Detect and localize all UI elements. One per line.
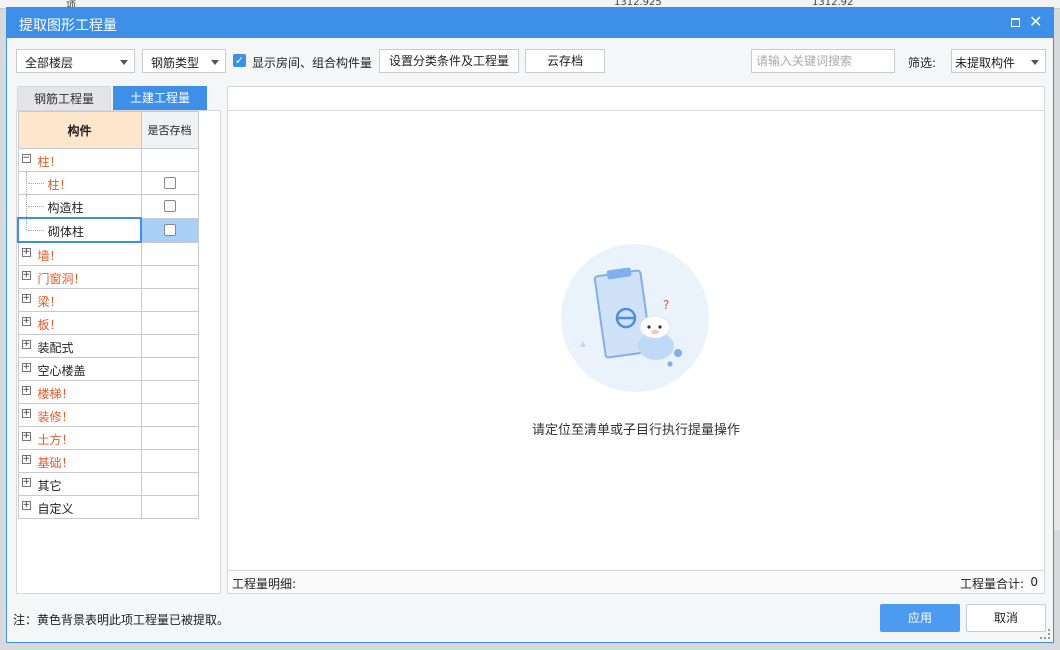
- total-label: 工程量合计:: [959, 577, 1024, 591]
- tree-row[interactable]: 构造柱: [17, 194, 199, 219]
- set-conditions-button[interactable]: 设置分类条件及工程量: [379, 49, 519, 73]
- tree-item-label: 楼梯！: [37, 387, 74, 401]
- rebar-type-select[interactable]: 钢筋类型: [142, 49, 226, 73]
- tree-connector: [28, 230, 44, 231]
- expand-icon[interactable]: +: [21, 248, 31, 257]
- tree-item-label: 柱！: [47, 178, 72, 192]
- expand-icon[interactable]: +: [21, 340, 31, 349]
- expand-icon[interactable]: +: [21, 294, 31, 303]
- expand-icon[interactable]: +: [21, 271, 31, 280]
- svg-text:?: ?: [663, 298, 669, 312]
- archive-checkbox[interactable]: [163, 177, 176, 189]
- filter-label: 筛选:: [908, 56, 937, 70]
- apply-button[interactable]: 应用: [880, 604, 960, 632]
- column-header-component[interactable]: 构件: [17, 111, 142, 149]
- tree-item-label: 构造柱: [47, 201, 84, 215]
- detail-panel-footer: 工程量明细: 工程量合计: 0: [228, 570, 1044, 593]
- title-bar: 提取图形工程量 ✕: [7, 8, 1053, 38]
- tree-row[interactable]: + 装配式: [17, 334, 199, 358]
- expand-icon[interactable]: +: [21, 432, 31, 441]
- column-header-archived[interactable]: 是否存档: [140, 111, 199, 149]
- tree-item-label: 自定义: [37, 502, 74, 516]
- footer-note: 注：黄色背景表明此项工程量已被提取。: [13, 613, 230, 627]
- tree-connector: [26, 219, 27, 230]
- cloud-archive-button[interactable]: 云存档: [525, 49, 605, 73]
- tree-row[interactable]: + 其它: [17, 472, 199, 496]
- background-edge: [1054, 440, 1060, 530]
- total-value: 0: [1030, 575, 1038, 589]
- search-input[interactable]: [751, 49, 895, 73]
- tree-row[interactable]: + 空心楼盖: [17, 357, 199, 381]
- tab-rebar-quantity[interactable]: 钢筋工程量: [17, 86, 111, 110]
- tree-row[interactable]: + 装修！: [17, 403, 199, 427]
- tree-item-label: 装配式: [37, 341, 74, 355]
- expand-icon[interactable]: +: [21, 478, 31, 487]
- close-button[interactable]: ✕: [1029, 12, 1047, 32]
- dialog-title: 提取图形工程量: [19, 18, 117, 34]
- extract-quantity-dialog: 提取图形工程量 ✕ 全部楼层 钢筋类型 ✓ 显示房间、组合构件量 设置分类条件及…: [6, 7, 1054, 643]
- show-room-checkbox-label: 显示房间、组合构件量: [252, 56, 373, 70]
- tree-item-label: 墙！: [37, 249, 62, 263]
- resize-grip-icon[interactable]: [1040, 629, 1050, 639]
- tree-connector: [25, 172, 27, 194]
- expand-icon[interactable]: +: [21, 317, 31, 326]
- tree-row[interactable]: − 柱！: [17, 148, 199, 172]
- tree-row[interactable]: + 基础！: [17, 449, 199, 473]
- tree-item-label: 土方！: [37, 433, 74, 447]
- close-icon: ✕: [1029, 12, 1043, 31]
- tree-item-label: 装修！: [37, 410, 74, 424]
- tree-item-label: 门窗洞！: [37, 272, 86, 286]
- filter-select-value: 未提取构件: [955, 56, 1016, 70]
- tree-connector: [27, 206, 44, 207]
- cancel-button[interactable]: 取消: [966, 604, 1046, 632]
- rebar-type-select-value: 钢筋类型: [151, 56, 200, 70]
- expand-icon[interactable]: +: [21, 501, 31, 510]
- tree-row[interactable]: + 楼梯！: [17, 380, 199, 404]
- floor-select-value: 全部楼层: [25, 56, 74, 70]
- component-tree-panel: 构件 是否存档 − 柱！ 柱！ 构造柱 砌体柱 + 墙！ + 门窗洞！ + 梁！…: [16, 110, 221, 594]
- tree-item-label: 板！: [37, 318, 62, 332]
- empty-state-message: 请定位至清单或子目行执行提量操作: [531, 423, 740, 438]
- tree-row[interactable]: + 墙！: [17, 241, 199, 266]
- maximize-button[interactable]: [1007, 14, 1025, 32]
- tree-item-label: 梁！: [37, 295, 62, 309]
- floor-select[interactable]: 全部楼层: [16, 49, 135, 73]
- expand-icon[interactable]: +: [21, 363, 31, 372]
- expand-icon[interactable]: +: [21, 409, 31, 418]
- chevron-down-icon: [120, 60, 128, 65]
- tree-row[interactable]: + 土方！: [17, 426, 199, 450]
- maximize-icon: [1011, 18, 1020, 27]
- empty-state-illustration: ?: [561, 244, 709, 392]
- quantity-detail-panel: ? 请定位至清单或子目行执行提量操作 工程量明细: 工程量合计: 0: [227, 86, 1045, 594]
- collapse-icon[interactable]: −: [21, 154, 31, 163]
- tree-item-label: 基础！: [37, 456, 74, 470]
- detail-label: 工程量明细:: [232, 577, 297, 591]
- tree-item-label: 其它: [37, 479, 62, 493]
- tree-connector: [27, 183, 44, 184]
- expand-icon[interactable]: +: [21, 386, 31, 395]
- tree-row[interactable]: + 自定义: [17, 495, 199, 519]
- show-room-checkbox[interactable]: ✓: [233, 54, 246, 67]
- tree-row[interactable]: + 门窗洞！: [17, 265, 199, 289]
- archive-checkbox[interactable]: [163, 224, 176, 236]
- chevron-down-icon: [211, 60, 219, 65]
- tree-row[interactable]: + 板！: [17, 311, 199, 335]
- tree-connector: [25, 195, 27, 217]
- detail-panel-header: [228, 87, 1044, 111]
- tree-row[interactable]: + 梁！: [17, 288, 199, 312]
- tree-item-label: 柱！: [37, 155, 62, 169]
- chevron-down-icon: [1031, 60, 1039, 65]
- tree-item-label: 空心楼盖: [37, 364, 86, 378]
- tree-row[interactable]: 柱！: [17, 171, 199, 195]
- component-tree-table: 构件 是否存档 − 柱！ 柱！ 构造柱 砌体柱 + 墙！ + 门窗洞！ + 梁！…: [17, 111, 199, 519]
- tree-item-label: 砌体柱: [48, 225, 85, 239]
- tree-row-selected[interactable]: 砌体柱: [17, 217, 199, 243]
- archive-checkbox[interactable]: [163, 200, 176, 213]
- tab-civil-quantity[interactable]: 土建工程量: [113, 86, 207, 110]
- filter-select[interactable]: 未提取构件: [951, 49, 1046, 73]
- expand-icon[interactable]: +: [21, 455, 31, 464]
